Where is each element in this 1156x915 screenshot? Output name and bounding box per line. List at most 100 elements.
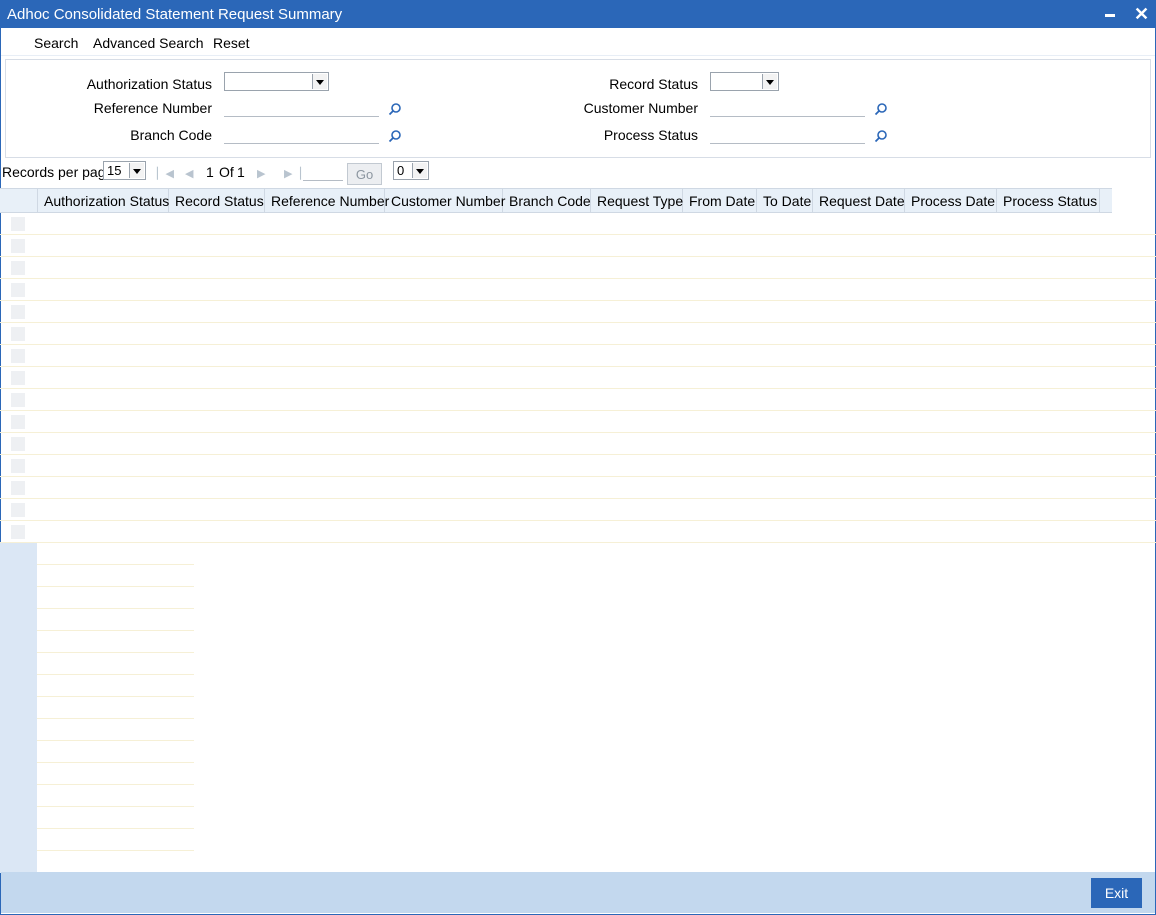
magnifier-icon[interactable] bbox=[874, 102, 888, 116]
chevron-down-icon bbox=[762, 74, 777, 89]
empty-row bbox=[0, 697, 194, 719]
table-row[interactable] bbox=[0, 455, 1156, 477]
prev-page-icon[interactable]: ◀ bbox=[185, 167, 193, 180]
table-row[interactable] bbox=[0, 411, 1156, 433]
of-label: Of bbox=[219, 164, 234, 180]
column-header[interactable]: To Date bbox=[757, 189, 813, 212]
table-row[interactable] bbox=[0, 521, 1156, 543]
next-page-icon[interactable]: ▶ bbox=[257, 167, 265, 180]
customer-number-label: Customer Number bbox=[583, 100, 698, 116]
empty-row bbox=[0, 807, 194, 829]
close-icon[interactable]: ✕ bbox=[1134, 5, 1149, 23]
row-checkbox[interactable] bbox=[11, 503, 25, 517]
go-button[interactable]: Go bbox=[347, 163, 382, 185]
branch-code-input[interactable] bbox=[224, 126, 379, 144]
column-header[interactable]: Request Type bbox=[591, 189, 683, 212]
chevron-down-icon bbox=[129, 163, 144, 178]
table-row[interactable] bbox=[0, 389, 1156, 411]
row-checkbox[interactable] bbox=[11, 217, 25, 231]
empty-row bbox=[0, 631, 194, 653]
row-checkbox[interactable] bbox=[11, 239, 25, 253]
magnifier-icon[interactable] bbox=[388, 102, 402, 116]
search-menu[interactable]: Search bbox=[34, 35, 78, 51]
row-header-cell bbox=[0, 609, 37, 631]
branch-code-label: Branch Code bbox=[130, 127, 212, 143]
row-checkbox[interactable] bbox=[11, 349, 25, 363]
menu-bar: Search Advanced Search Reset bbox=[1, 28, 1155, 56]
records-per-page-select[interactable]: 15 bbox=[103, 161, 146, 180]
row-checkbox[interactable] bbox=[11, 525, 25, 539]
row-checkbox[interactable] bbox=[11, 415, 25, 429]
grid-header: Authorization Status Record Status Refer… bbox=[0, 188, 1112, 213]
table-row[interactable] bbox=[0, 235, 1156, 257]
table-row[interactable] bbox=[0, 345, 1156, 367]
row-checkbox[interactable] bbox=[11, 459, 25, 473]
goto-page-select[interactable]: 0 bbox=[393, 161, 429, 180]
empty-row bbox=[0, 741, 194, 763]
column-header[interactable]: Process Date bbox=[905, 189, 997, 212]
authorization-status-select[interactable] bbox=[224, 72, 329, 91]
title-bar: Adhoc Consolidated Statement Request Sum… bbox=[1, 1, 1155, 28]
row-checkbox[interactable] bbox=[11, 327, 25, 341]
column-header[interactable]: Process Status bbox=[997, 189, 1100, 212]
table-row[interactable] bbox=[0, 257, 1156, 279]
empty-row bbox=[0, 565, 194, 587]
table-row[interactable] bbox=[0, 433, 1156, 455]
chevron-down-icon bbox=[312, 74, 327, 89]
row-header-cell bbox=[0, 741, 37, 763]
column-header[interactable]: Customer Number bbox=[385, 189, 505, 212]
column-header[interactable]: Authorization Status bbox=[38, 189, 169, 212]
row-checkbox[interactable] bbox=[11, 393, 25, 407]
column-header[interactable]: Request Date bbox=[813, 189, 905, 212]
last-page-icon[interactable]: ▶▕ bbox=[284, 167, 301, 180]
row-header-cell bbox=[0, 763, 37, 785]
table-row[interactable] bbox=[0, 477, 1156, 499]
select-all-checkbox[interactable] bbox=[0, 189, 38, 212]
column-header[interactable]: From Date bbox=[683, 189, 757, 212]
magnifier-icon[interactable] bbox=[388, 129, 402, 143]
row-checkbox[interactable] bbox=[11, 371, 25, 385]
table-row[interactable] bbox=[0, 279, 1156, 301]
table-row[interactable] bbox=[0, 499, 1156, 521]
empty-row bbox=[0, 719, 194, 741]
column-header[interactable]: Reference Number bbox=[265, 189, 389, 212]
row-checkbox[interactable] bbox=[11, 481, 25, 495]
row-header-cell bbox=[0, 851, 37, 873]
table-row[interactable] bbox=[0, 301, 1156, 323]
record-status-select[interactable] bbox=[710, 72, 779, 91]
row-checkbox[interactable] bbox=[11, 261, 25, 275]
magnifier-icon[interactable] bbox=[874, 129, 888, 143]
chevron-down-icon bbox=[412, 163, 427, 178]
table-row[interactable] bbox=[0, 213, 1156, 235]
customer-number-input[interactable] bbox=[710, 99, 865, 117]
table-row[interactable] bbox=[0, 367, 1156, 389]
process-status-input[interactable] bbox=[710, 126, 865, 144]
empty-row bbox=[0, 785, 194, 807]
row-checkbox[interactable] bbox=[11, 437, 25, 451]
minimize-icon[interactable] bbox=[1105, 14, 1115, 17]
current-page: 1 bbox=[206, 164, 214, 180]
row-header-cell bbox=[0, 543, 37, 565]
column-header[interactable]: Record Status bbox=[169, 189, 265, 212]
row-header-cell bbox=[0, 697, 37, 719]
empty-row bbox=[0, 829, 194, 851]
exit-button[interactable]: Exit bbox=[1091, 878, 1142, 908]
row-header-cell bbox=[0, 631, 37, 653]
column-header[interactable]: Branch Code bbox=[503, 189, 591, 212]
empty-row bbox=[0, 763, 194, 785]
table-row[interactable] bbox=[0, 323, 1156, 345]
row-checkbox[interactable] bbox=[11, 305, 25, 319]
row-header-cell bbox=[0, 785, 37, 807]
goto-page-input[interactable] bbox=[303, 163, 343, 181]
row-checkbox[interactable] bbox=[11, 283, 25, 297]
first-page-icon[interactable]: ▏◀ bbox=[157, 167, 174, 180]
footer-bar bbox=[1, 872, 1155, 913]
reference-number-input[interactable] bbox=[224, 99, 379, 117]
empty-row bbox=[0, 675, 194, 697]
row-header-cell bbox=[0, 587, 37, 609]
empty-row bbox=[0, 543, 194, 565]
reset-menu[interactable]: Reset bbox=[213, 35, 250, 51]
empty-row bbox=[0, 653, 194, 675]
advanced-search-menu[interactable]: Advanced Search bbox=[93, 35, 204, 51]
empty-row bbox=[0, 609, 194, 631]
